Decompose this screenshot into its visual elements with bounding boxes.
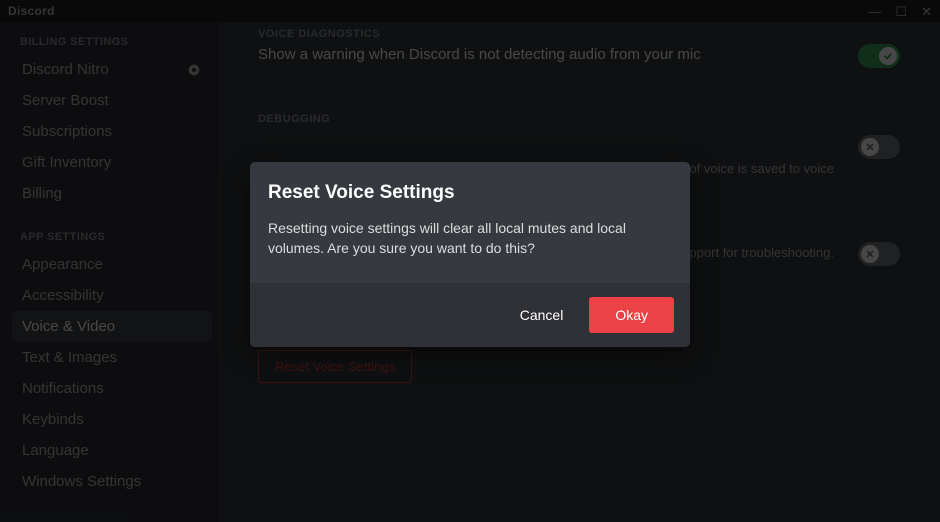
okay-button[interactable]: Okay	[589, 297, 674, 333]
modal-title: Reset Voice Settings	[268, 182, 672, 204]
modal-footer: Cancel Okay	[250, 283, 690, 347]
modal-body: Reset Voice Settings Resetting voice set…	[250, 162, 690, 283]
cancel-button[interactable]: Cancel	[520, 307, 564, 323]
reset-voice-modal: Reset Voice Settings Resetting voice set…	[250, 162, 690, 347]
modal-text: Resetting voice settings will clear all …	[268, 218, 672, 259]
